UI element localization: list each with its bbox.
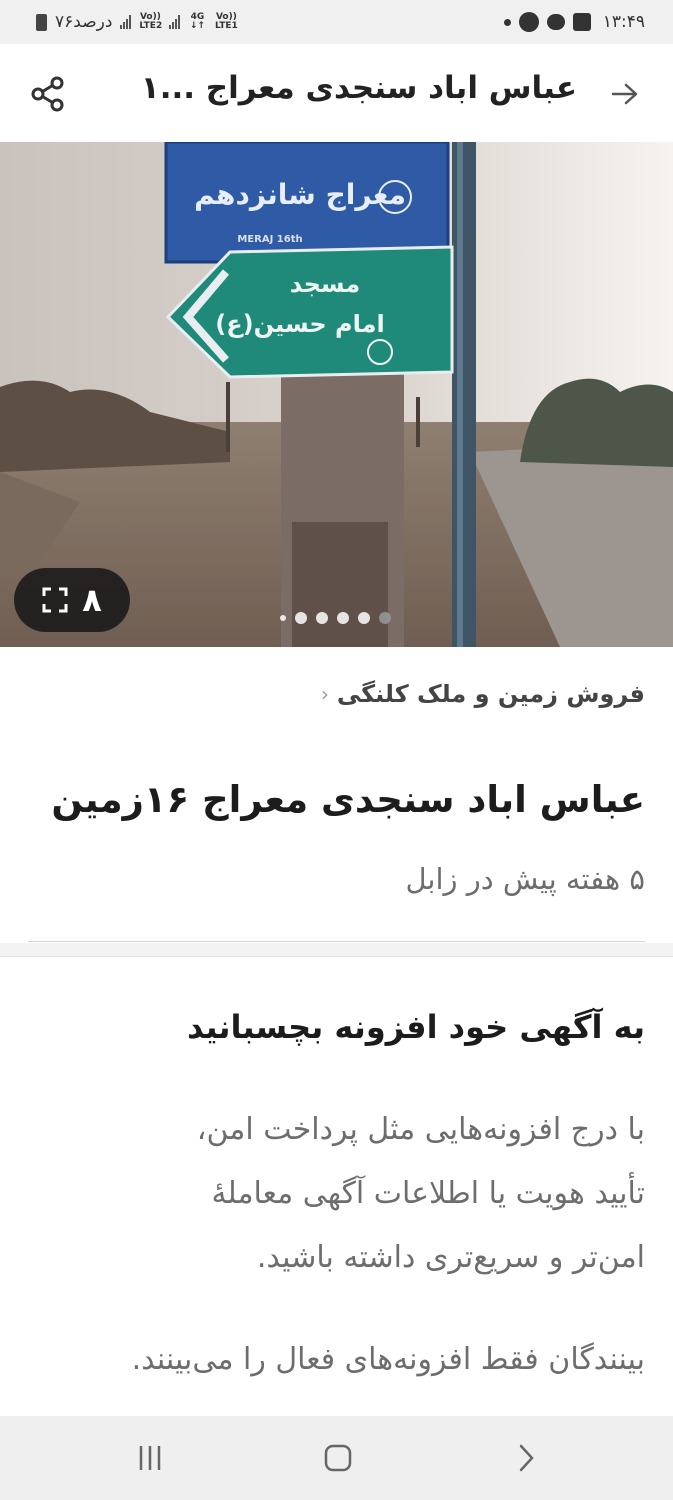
sim2-label: Vo)) LTE2: [139, 12, 163, 31]
promo-line: تأیید هویت یا اطلاعات آگهی معاملهٔ: [211, 1176, 645, 1211]
app-bar: عباس اباد سنجدی معراج ...۱: [0, 44, 673, 142]
back-nav-button[interactable]: [506, 1438, 546, 1478]
signal-icon: [169, 15, 181, 29]
chat-icon: [546, 14, 565, 30]
fullscreen-icon: [42, 587, 68, 613]
carousel-dot: [280, 615, 286, 621]
status-left: ۷۶درصد Vo)) LTE2 4G ↓↑ Vo)) LTE1: [36, 12, 238, 32]
carousel-dot: [316, 612, 328, 624]
arrow-right-icon: [611, 83, 638, 105]
carousel-dot-active: [379, 612, 391, 624]
home-icon: [324, 1444, 352, 1472]
recents-button[interactable]: [130, 1438, 170, 1478]
status-right: ۱۳:۴۹: [503, 12, 645, 32]
back-button[interactable]: [605, 74, 645, 114]
whatsapp-icon: [518, 12, 539, 32]
sign-blue-text: معراج شانزدهم: [194, 178, 406, 212]
home-button[interactable]: [318, 1438, 358, 1478]
photo-counter-button[interactable]: ۸: [14, 568, 130, 632]
signal-icon: [120, 15, 132, 29]
promo-note: بینندگان فقط افزونه‌های فعال را می‌بینند…: [131, 1342, 645, 1377]
section-divider: [0, 943, 673, 957]
promo-description: با درج افزونه‌هایی مثل پرداخت امن، تأیید…: [25, 1098, 645, 1290]
sign-blue-en: MERAJ 16th: [237, 234, 302, 245]
breadcrumb[interactable]: فروش زمین و ملک کلنگی ‹: [25, 680, 645, 708]
battery-icon: [36, 13, 47, 31]
system-nav-bar: [0, 1416, 673, 1500]
share-icon: [31, 76, 64, 112]
photo-count: ۸: [82, 581, 102, 619]
sign-green-line1: مسجد: [290, 270, 360, 298]
share-button[interactable]: [26, 72, 70, 116]
promo-line: با درج افزونه‌هایی مثل پرداخت امن،: [196, 1112, 645, 1147]
clock: ۱۳:۴۹: [602, 12, 645, 32]
recents-icon: [139, 1446, 161, 1470]
carousel-dot: [295, 612, 307, 624]
sim1-label: Vo)) LTE1: [215, 12, 238, 31]
promo-title: به آگهی خود افزونه بچسبانید: [186, 1008, 645, 1046]
sign-green-line2: امام حسین(ع): [215, 310, 385, 338]
notification-dot-icon: [503, 18, 511, 26]
listing-photo[interactable]: معراج شانزدهم MERAJ 16th مسجد امام حسین(…: [0, 142, 673, 647]
promo-line: امن‌تر و سریع‌تری داشته باشید.: [256, 1240, 645, 1275]
network-4g-label: 4G: [190, 12, 205, 22]
network-type: 4G ↓↑: [189, 12, 205, 31]
carousel-dot: [337, 612, 349, 624]
battery-text: ۷۶درصد: [55, 12, 113, 32]
gallery-icon: [572, 13, 591, 31]
ad-title: عباس اباد سنجدی معراج ۱۶زمین: [51, 778, 645, 821]
screen: ۷۶درصد Vo)) LTE2 4G ↓↑ Vo)) LTE1 ۱۳:۴۹ عب…: [0, 0, 673, 1500]
chevron-left-icon: ‹: [320, 682, 329, 706]
back-nav-icon: [519, 1444, 534, 1472]
status-bar: ۷۶درصد Vo)) LTE2 4G ↓↑ Vo)) LTE1 ۱۳:۴۹: [0, 0, 673, 44]
carousel-dots: [280, 612, 391, 624]
ad-meta: ۵ هفته پیش در زابل: [405, 862, 645, 896]
carousel-dot: [358, 612, 370, 624]
page-title: عباس اباد سنجدی معراج ...۱: [140, 70, 577, 106]
breadcrumb-label[interactable]: فروش زمین و ملک کلنگی: [337, 680, 645, 708]
divider: [28, 941, 645, 942]
